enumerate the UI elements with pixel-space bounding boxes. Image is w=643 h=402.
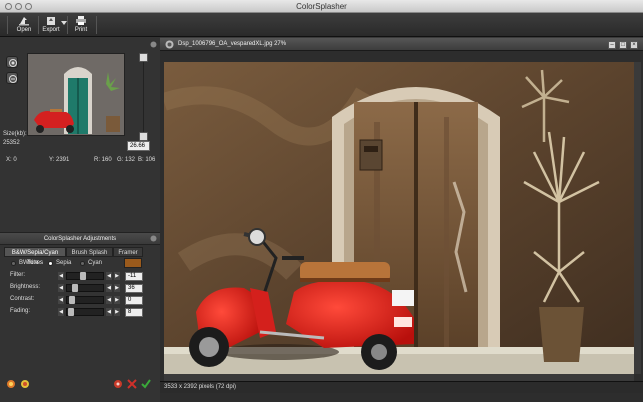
brightness-left-step-button[interactable]: ◀ [106,284,112,292]
title-bar: ColorSplasher [0,0,643,13]
fading-decrease-button[interactable]: ◀ [58,308,64,316]
zoom-slider[interactable] [139,53,148,141]
adjustments-title: ColorSplasher Adjustments [43,236,117,242]
fading-value-field[interactable]: 8 [125,308,143,317]
document-title-bar: Dsp_1006796_OA_vesparedXL.jpg 27% – □ × [160,38,643,51]
y-coordinate-readout: Y: 2391 [49,157,70,163]
window-title: ColorSplasher [296,2,347,11]
green-value-readout: G: 132 [117,157,136,163]
zoom-in-button[interactable] [6,56,18,68]
adjustments-collapse-icon[interactable] [150,235,157,242]
navigator-thumbnail[interactable] [27,53,125,136]
export-icon [47,17,55,25]
fading-increase-button[interactable]: ▶ [114,308,120,316]
size-label: Size(kb): [3,131,27,137]
image-canvas[interactable] [164,62,634,374]
thumbnail-image [28,54,124,135]
contrast-label: Contrast: [10,296,35,302]
brightness-slider[interactable] [66,284,104,292]
status-bar: 3533 x 2392 pixels (72 dpi) [160,381,643,393]
color-wheel-icon[interactable] [20,379,30,389]
export-label: Export [42,27,60,33]
tab-tones[interactable]: B&W/Sepia/Cyan Tones [4,247,66,266]
adjustments-header: ColorSplasher Adjustments [0,232,160,245]
filter-increase-button[interactable]: ▶ [114,272,120,280]
radio-bwhite-label: BWhite [19,260,39,266]
blue-value-readout: B: 106 [138,157,156,163]
doc-close-button[interactable]: × [630,41,638,49]
fading-label: Fading: [10,308,31,314]
print-label: Print [74,27,88,33]
splash-icon[interactable] [6,379,16,389]
size-value: 25352 [3,140,20,146]
contrast-increase-button[interactable]: ▶ [114,296,120,304]
zoom-out-icon [9,75,17,83]
toolbar-divider [7,16,8,34]
brightness-label: Brightness: [10,284,41,290]
brightness-value-field[interactable]: 36 [125,284,143,293]
tab-framer[interactable]: Framer [113,247,143,257]
zoom-in-icon [9,59,17,67]
filter-label: Filter: [10,272,25,278]
radio-cyan[interactable] [80,261,85,266]
document-icon [165,40,174,49]
zoom-slider-down-button[interactable] [139,132,148,141]
brightness-decrease-button[interactable]: ◀ [58,284,64,292]
open-button[interactable]: Open [11,14,37,36]
brightness-slider-thumb[interactable] [72,284,78,292]
toolbar: Open Export Print [0,13,643,37]
fading-slider[interactable] [66,308,104,316]
undo-icon[interactable] [113,379,123,389]
tab-brush-splash[interactable]: Brush Splash [66,247,113,257]
image-dimensions-status: 3533 x 2392 pixels (72 dpi) [164,384,237,390]
radio-cyan-label: Cyan [88,260,103,266]
radio-sepia[interactable] [48,261,53,266]
print-button[interactable]: Print [68,14,94,36]
zoom-slider-up-button[interactable] [139,53,148,62]
filter-slider-thumb[interactable] [80,272,86,280]
photo-vespa [164,62,634,374]
doc-maximize-button[interactable]: □ [619,41,627,49]
x-coordinate-readout: X: 0 [6,157,17,163]
document-title: Dsp_1006796_OA_vesparedXL.jpg 27% [178,41,287,47]
open-label: Open [16,27,32,33]
red-value-readout: R: 160 [94,157,112,163]
contrast-slider-thumb[interactable] [69,296,75,304]
filter-decrease-button[interactable]: ◀ [58,272,64,280]
zoom-value-field[interactable]: 26.66 [127,141,150,151]
zoom-slider-track [143,62,144,132]
apply-icon[interactable] [141,379,151,389]
radio-sepia-label: Sepia [56,260,72,266]
radio-bwhite[interactable] [11,261,16,266]
panel-collapse-icon[interactable] [150,41,157,48]
zoom-out-button[interactable] [6,72,18,84]
contrast-slider[interactable] [66,296,104,304]
fading-slider-thumb[interactable] [68,308,74,316]
vertical-scrollbar[interactable] [634,62,641,374]
doc-minimize-button[interactable]: – [608,41,616,49]
contrast-left-step-button[interactable]: ◀ [106,296,112,304]
tone-color-swatch[interactable] [124,258,142,268]
filter-slider[interactable] [66,272,104,280]
filter-left-step-button[interactable]: ◀ [106,272,112,280]
brightness-increase-button[interactable]: ▶ [114,284,120,292]
cancel-icon[interactable] [127,379,137,389]
print-icon [76,16,86,25]
open-icon [19,17,29,26]
horizontal-scrollbar[interactable] [164,374,634,381]
fading-left-step-button[interactable]: ◀ [106,308,112,316]
contrast-decrease-button[interactable]: ◀ [58,296,64,304]
contrast-value-field[interactable]: 0 [125,296,143,305]
toolbar-divider [96,16,97,34]
filter-value-field[interactable]: -11 [125,272,143,281]
